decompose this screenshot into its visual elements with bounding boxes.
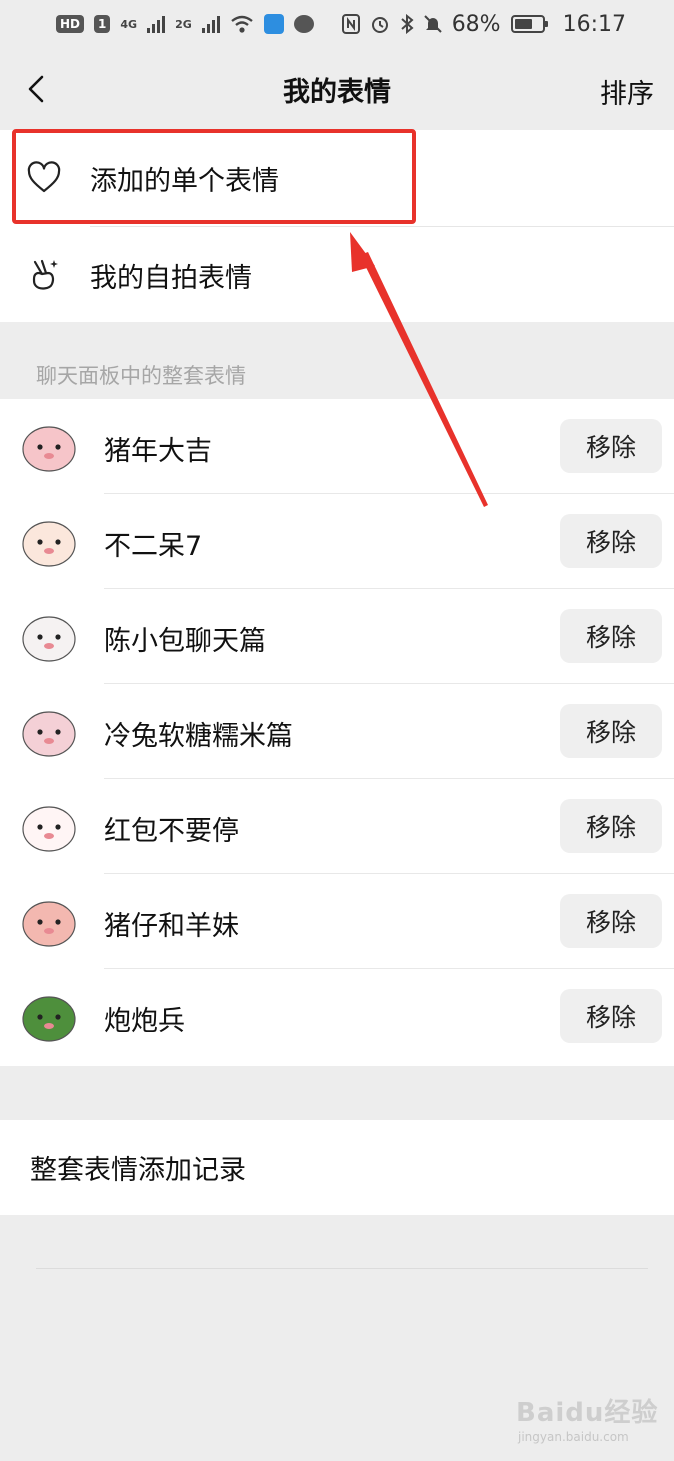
status-left: HD 1 4G 2G	[56, 14, 314, 34]
mute-bell-icon	[423, 15, 442, 33]
battery-icon	[510, 15, 548, 33]
hd-badge: HD	[56, 15, 85, 33]
rabbit-sticker-icon	[22, 711, 76, 757]
dumpling-sticker-icon	[22, 616, 76, 662]
weather-app-icon	[263, 14, 284, 34]
sticker-set-row: 红包不要停 移除	[0, 779, 674, 874]
watermark-url: jingyan.baidu.com	[518, 1430, 629, 1444]
sticker-set-row: 炮炮兵 移除	[0, 969, 674, 1064]
remove-button[interactable]: 移除	[560, 704, 662, 758]
bunny-bow-sticker-icon	[22, 806, 76, 852]
wifi-icon	[231, 15, 253, 33]
sticker-set-name: 猪年大吉	[104, 436, 212, 467]
battery-percent: 68%	[451, 11, 501, 37]
signal-icon	[201, 15, 220, 33]
sort-button[interactable]: 排序	[600, 72, 654, 111]
sticker-set-name: 不二呆7	[104, 531, 203, 562]
status-bar: HD 1 4G 2G 68% 16:17	[0, 0, 674, 48]
sticker-set-name: 冷兔软糖糯米篇	[104, 721, 293, 752]
sticker-set-name: 红包不要停	[104, 816, 239, 847]
page-title: 我的表情	[283, 76, 391, 108]
bun-sticker-icon	[22, 521, 76, 567]
watermark: Baidu经验 jingyan.baidu.com	[516, 1392, 666, 1452]
remove-button[interactable]: 移除	[560, 609, 662, 663]
watermark-brand: Baidu经验	[516, 1398, 659, 1428]
remove-button[interactable]: 移除	[560, 989, 662, 1043]
remove-button[interactable]: 移除	[560, 799, 662, 853]
sticker-set-row: 猪仔和羊妹 移除	[0, 874, 674, 969]
sticker-set-name: 猪仔和羊妹	[104, 911, 239, 942]
sticker-set-list: 猪年大吉 移除 不二呆7 移除 陈小包聊天篇 移除 冷兔软糖糯米篇 移除 红包不要停 移除 猪仔和羊…	[0, 399, 674, 1066]
network-type-2: 2G	[175, 17, 192, 31]
nav-bar: 我的表情 排序	[0, 48, 674, 130]
alarm-icon	[371, 17, 388, 33]
menu-item-selfie-stickers[interactable]: 我的自拍表情	[0, 227, 674, 323]
signal-icon	[147, 15, 166, 33]
sticker-set-row: 陈小包聊天篇 移除	[0, 589, 674, 684]
remove-button[interactable]: 移除	[560, 514, 662, 568]
sticker-set-row: 猪年大吉 移除	[0, 399, 674, 494]
remove-button[interactable]: 移除	[560, 419, 662, 473]
sticker-set-name: 炮炮兵	[104, 1006, 185, 1037]
history-link[interactable]: 整套表情添加记录	[30, 1148, 246, 1187]
back-arrow-icon[interactable]	[22, 74, 52, 104]
clock: 16:17	[562, 11, 626, 37]
menu-item-label: 我的自拍表情	[90, 262, 252, 294]
sticker-set-name: 陈小包聊天篇	[104, 626, 266, 657]
nfc-icon	[341, 14, 360, 34]
piglet-sticker-icon	[22, 901, 76, 947]
divider	[36, 1268, 648, 1269]
status-right: 68% 16:17	[341, 11, 626, 37]
pig-sticker-icon	[22, 426, 76, 472]
victory-hand-icon	[32, 259, 58, 290]
sticker-set-row: 冷兔软糖糯米篇 移除	[0, 684, 674, 779]
section-label: 聊天面板中的整套表情	[36, 364, 246, 388]
sim-badge: 1	[94, 15, 111, 33]
annotation-highlight-box	[12, 129, 416, 224]
remove-button[interactable]: 移除	[560, 894, 662, 948]
network-type-1: 4G	[120, 17, 138, 31]
message-icon	[293, 15, 314, 33]
soldier-sticker-icon	[22, 996, 76, 1042]
history-row[interactable]: 整套表情添加记录	[0, 1120, 674, 1215]
sticker-set-row: 不二呆7 移除	[0, 494, 674, 589]
bluetooth-icon	[401, 14, 414, 34]
